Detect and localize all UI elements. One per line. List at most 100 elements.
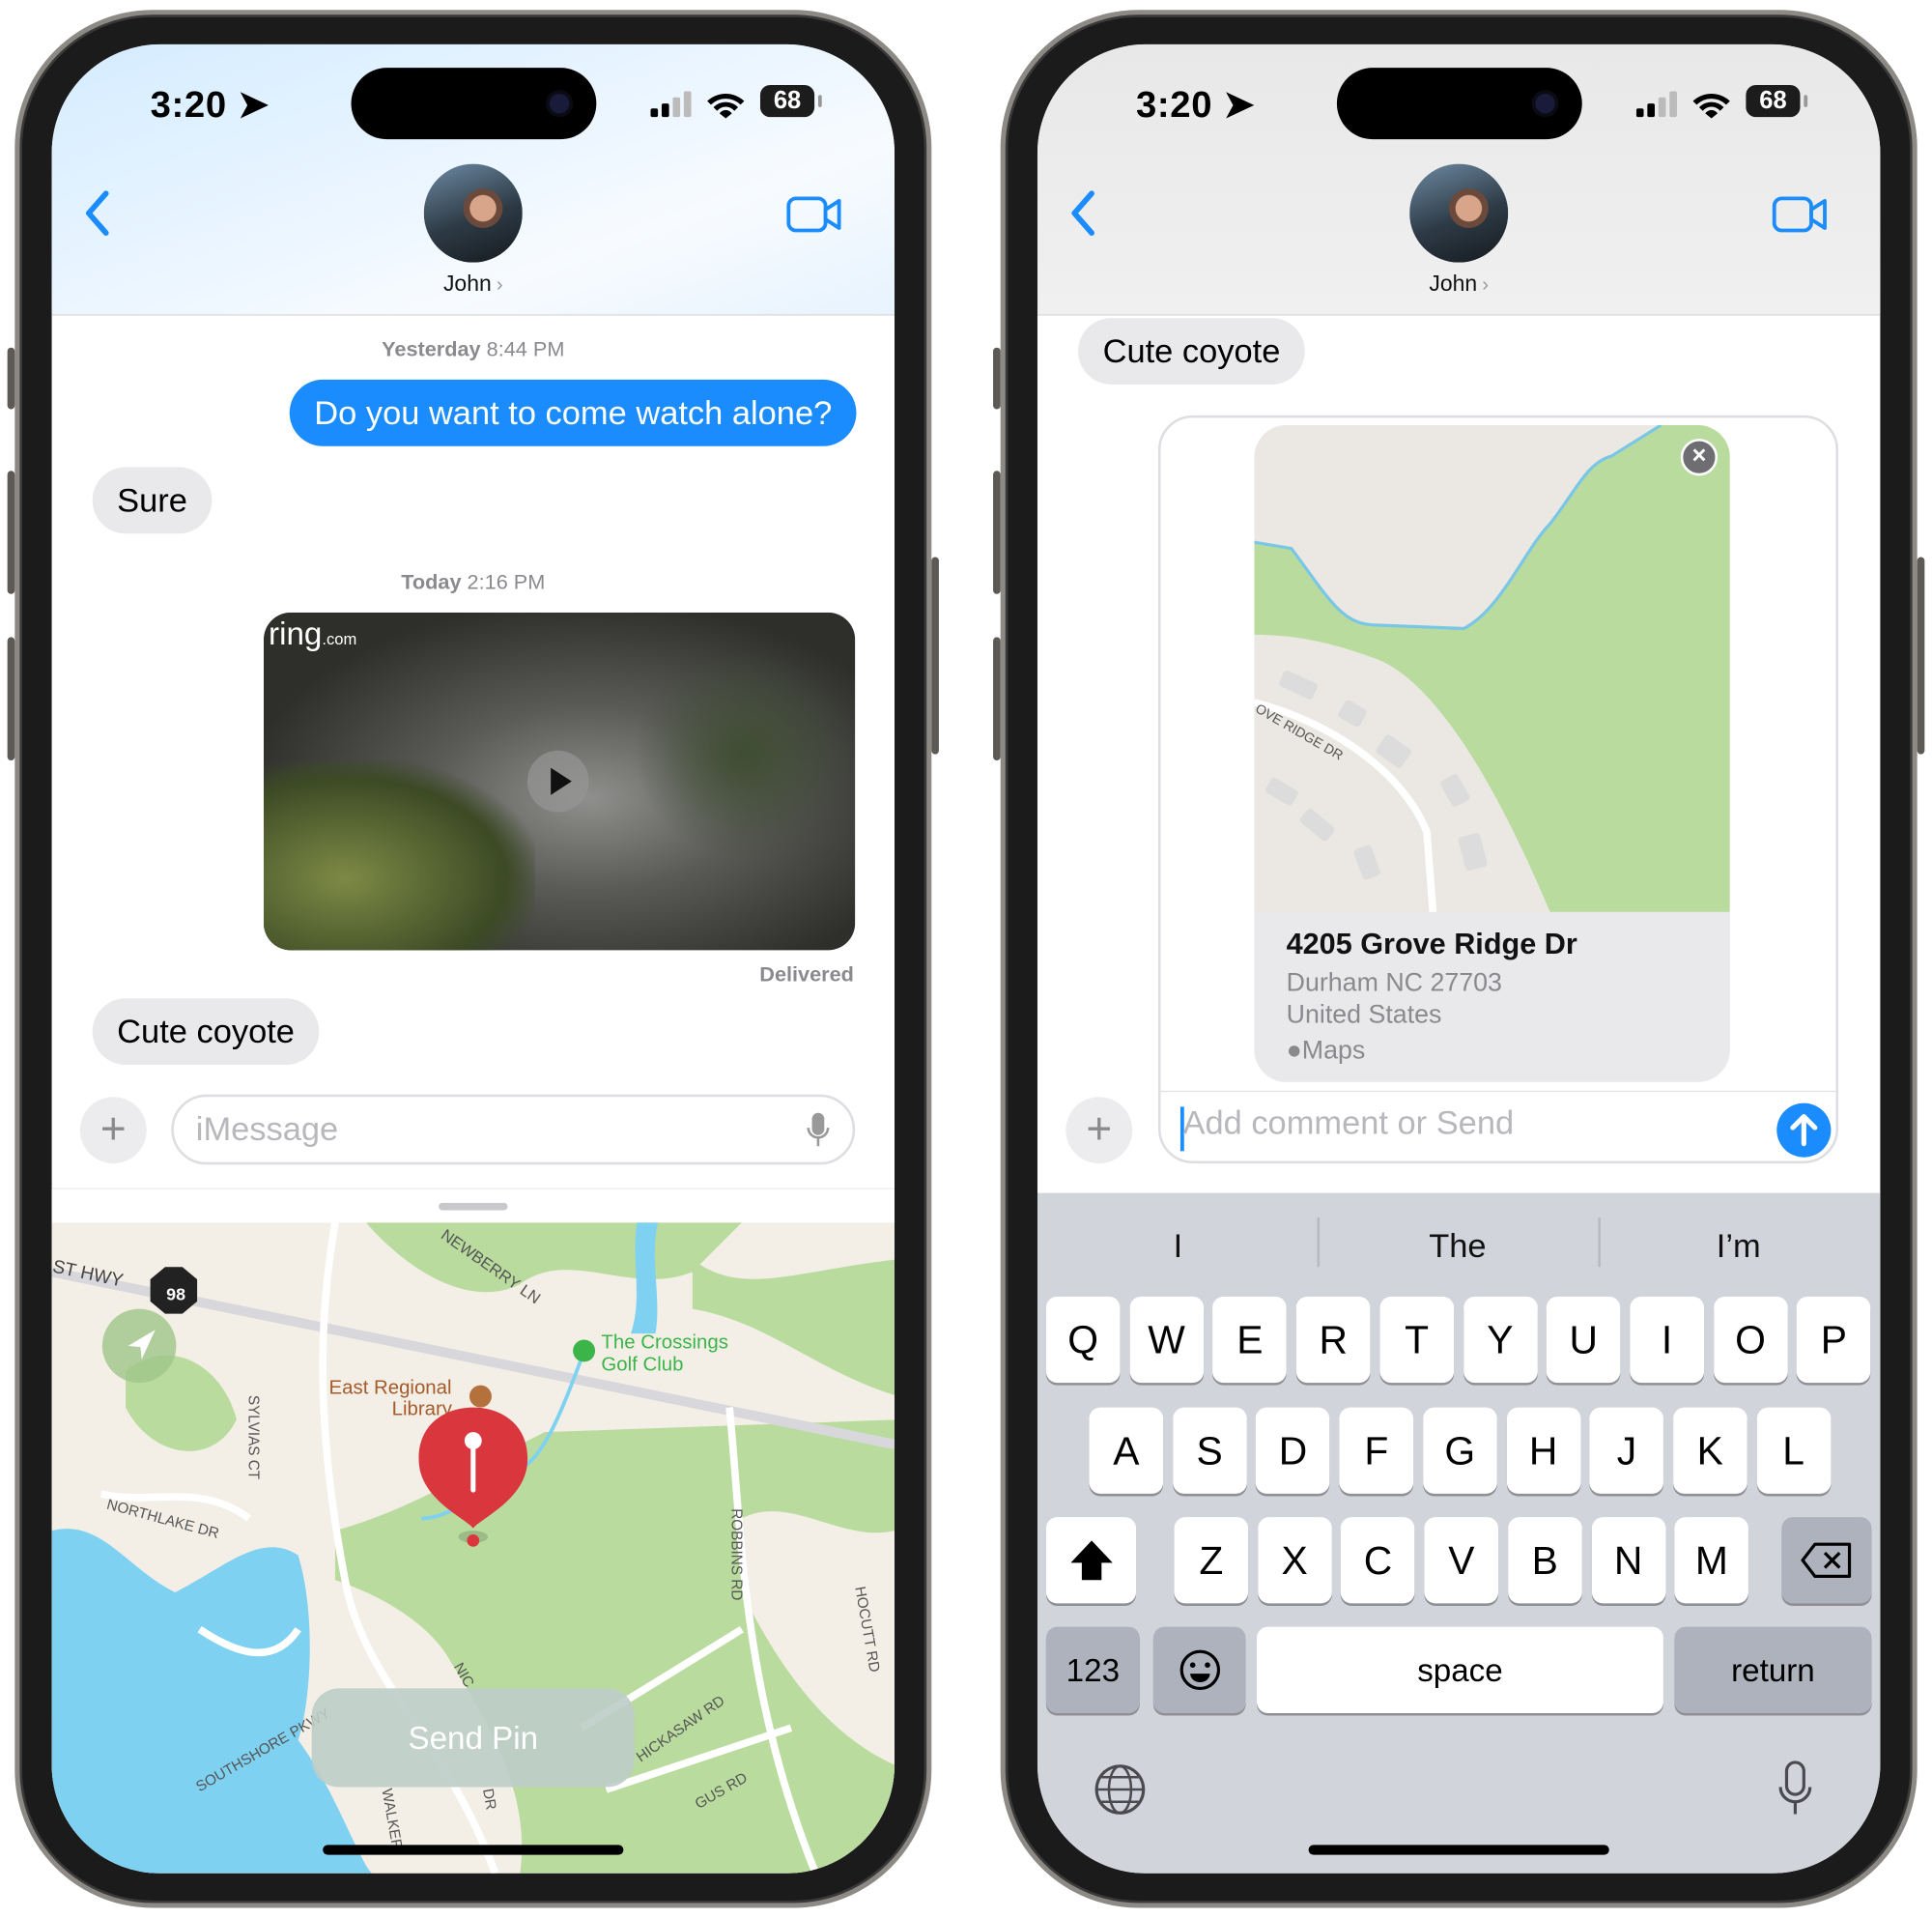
key-x[interactable]: X bbox=[1257, 1517, 1332, 1604]
play-icon bbox=[551, 767, 572, 795]
globe-icon[interactable] bbox=[1093, 1762, 1147, 1817]
key-k[interactable]: K bbox=[1672, 1407, 1747, 1494]
emoji-key[interactable] bbox=[1152, 1626, 1246, 1713]
apple-logo-icon: ● bbox=[1286, 1036, 1302, 1066]
map-label: East Regional bbox=[329, 1378, 452, 1399]
key-t[interactable]: T bbox=[1379, 1296, 1454, 1384]
key-a[interactable]: A bbox=[1089, 1407, 1164, 1494]
key-h[interactable]: H bbox=[1506, 1407, 1580, 1494]
ring-watermark: ring.com bbox=[269, 615, 357, 652]
space-key[interactable]: space bbox=[1257, 1626, 1663, 1713]
location-country: United States bbox=[1286, 1000, 1442, 1030]
map-label: SYLVIAS CT bbox=[245, 1395, 262, 1479]
contact-avatar[interactable] bbox=[423, 163, 523, 263]
incoming-message[interactable]: Sure bbox=[92, 467, 213, 534]
location-arrow-icon: ➤ bbox=[238, 85, 270, 127]
key-i[interactable]: I bbox=[1630, 1296, 1704, 1384]
status-time: 3:20 ➤ bbox=[150, 85, 270, 127]
facetime-video-icon[interactable] bbox=[786, 195, 843, 235]
location-card[interactable]: OVE RIDGE DR 4205 Grove Ridge Dr Durham … bbox=[1254, 425, 1730, 1082]
timestamp: Yesterday 8:44 PM bbox=[382, 337, 565, 361]
right-screen: 3:20 ➤ 68 John › Cute coyote OVE RIDGE DR… bbox=[1037, 43, 1881, 1874]
apps-plus-button[interactable]: + bbox=[79, 1097, 147, 1164]
key-f[interactable]: F bbox=[1339, 1407, 1414, 1494]
arrow-up-icon bbox=[1790, 1114, 1818, 1147]
key-j[interactable]: J bbox=[1589, 1407, 1664, 1494]
backspace-icon bbox=[1800, 1542, 1851, 1578]
apps-plus-button[interactable]: + bbox=[1065, 1097, 1133, 1164]
send-button[interactable] bbox=[1776, 1102, 1832, 1158]
battery-indicator: 68 bbox=[759, 85, 822, 118]
signal-wifi-icons bbox=[650, 91, 745, 119]
key-c[interactable]: C bbox=[1341, 1517, 1415, 1604]
shift-arrow-icon bbox=[1069, 1540, 1113, 1581]
play-button[interactable] bbox=[526, 750, 589, 813]
key-s[interactable]: S bbox=[1172, 1407, 1247, 1494]
key-b[interactable]: B bbox=[1507, 1517, 1582, 1604]
contact-avatar[interactable] bbox=[1409, 163, 1509, 263]
key-e[interactable]: E bbox=[1212, 1296, 1288, 1384]
keyboard: I The I’m Q W E R T Y U I O P A S D F G H J K L Z X C V B N M 123 spac… bbox=[1037, 1192, 1881, 1874]
key-r[interactable]: R bbox=[1295, 1296, 1371, 1384]
facetime-video-icon[interactable] bbox=[1772, 195, 1829, 235]
map-label: ROBBINS RD bbox=[728, 1508, 745, 1600]
key-d[interactable]: D bbox=[1256, 1407, 1330, 1494]
recenter-location-button[interactable] bbox=[101, 1308, 177, 1384]
battery-indicator: 68 bbox=[1746, 85, 1808, 118]
return-key[interactable]: return bbox=[1674, 1626, 1872, 1713]
compose-divider bbox=[1159, 1090, 1837, 1093]
key-l[interactable]: L bbox=[1756, 1407, 1831, 1494]
shift-key[interactable] bbox=[1045, 1517, 1137, 1604]
key-q[interactable]: Q bbox=[1045, 1296, 1121, 1384]
key-w[interactable]: W bbox=[1129, 1296, 1204, 1384]
key-u[interactable]: U bbox=[1546, 1296, 1621, 1384]
comment-input[interactable]: Add comment or Send bbox=[1182, 1104, 1514, 1143]
location-address: 4205 Grove Ridge Dr bbox=[1286, 928, 1577, 961]
numbers-key[interactable]: 123 bbox=[1045, 1626, 1140, 1713]
location-card-map: OVE RIDGE DR bbox=[1254, 425, 1730, 913]
key-g[interactable]: G bbox=[1422, 1407, 1497, 1494]
map-label: DR bbox=[479, 1788, 499, 1812]
map-label: Golf Club bbox=[601, 1354, 683, 1375]
key-m[interactable]: M bbox=[1674, 1517, 1749, 1604]
dynamic-island bbox=[1336, 68, 1582, 140]
right-phone-frame: 3:20 ➤ 68 John › Cute coyote OVE RIDGE DR… bbox=[993, 10, 1925, 1908]
signal-wifi-icons bbox=[1635, 91, 1730, 119]
key-o[interactable]: O bbox=[1713, 1296, 1788, 1384]
delete-key[interactable] bbox=[1781, 1517, 1872, 1604]
svg-text:98: 98 bbox=[166, 1285, 185, 1304]
message-input[interactable]: iMessage bbox=[171, 1094, 856, 1165]
emoji-smiley-icon bbox=[1179, 1649, 1220, 1691]
suggestion-1[interactable]: The bbox=[1334, 1226, 1580, 1266]
incoming-message[interactable]: Cute coyote bbox=[1078, 318, 1305, 385]
contact-name[interactable]: John › bbox=[1037, 272, 1880, 298]
back-chevron-icon[interactable] bbox=[1067, 188, 1099, 238]
key-v[interactable]: V bbox=[1424, 1517, 1499, 1604]
dynamic-island bbox=[351, 68, 597, 140]
sheet-grabber[interactable] bbox=[439, 1202, 508, 1211]
status-time: 3:20 ➤ bbox=[1136, 85, 1256, 127]
left-screen: 3:20 ➤ 68 John › Yesterday 8:44 PM Do you… bbox=[51, 43, 895, 1874]
outgoing-message[interactable]: Do you want to come watch alone? bbox=[289, 379, 857, 446]
microphone-icon[interactable] bbox=[806, 1112, 831, 1149]
key-n[interactable]: N bbox=[1591, 1517, 1665, 1604]
timestamp: Today 2:16 PM bbox=[401, 570, 546, 594]
incoming-message[interactable]: Cute coyote bbox=[92, 998, 320, 1066]
key-y[interactable]: Y bbox=[1463, 1296, 1538, 1384]
location-arrow-icon: ➤ bbox=[1223, 85, 1256, 127]
delivered-status: Delivered bbox=[759, 962, 854, 987]
remove-attachment-close-icon[interactable]: × bbox=[1680, 439, 1719, 476]
suggestion-0[interactable]: I bbox=[1055, 1226, 1301, 1266]
left-phone-frame: 3:20 ➤ 68 John › Yesterday 8:44 PM Do you… bbox=[7, 10, 939, 1908]
contact-name[interactable]: John › bbox=[52, 272, 895, 298]
send-pin-button[interactable]: Send Pin bbox=[311, 1688, 635, 1788]
location-city: Durham NC 27703 bbox=[1286, 968, 1502, 997]
suggestion-2[interactable]: I’m bbox=[1615, 1226, 1861, 1266]
back-chevron-icon[interactable] bbox=[81, 188, 113, 238]
home-indicator bbox=[1308, 1845, 1609, 1855]
dictation-microphone-icon[interactable] bbox=[1776, 1760, 1813, 1818]
key-p[interactable]: P bbox=[1797, 1296, 1871, 1384]
video-attachment[interactable]: ring.com bbox=[263, 612, 856, 951]
key-z[interactable]: Z bbox=[1174, 1517, 1249, 1604]
maps-source: ●Maps bbox=[1286, 1036, 1366, 1066]
